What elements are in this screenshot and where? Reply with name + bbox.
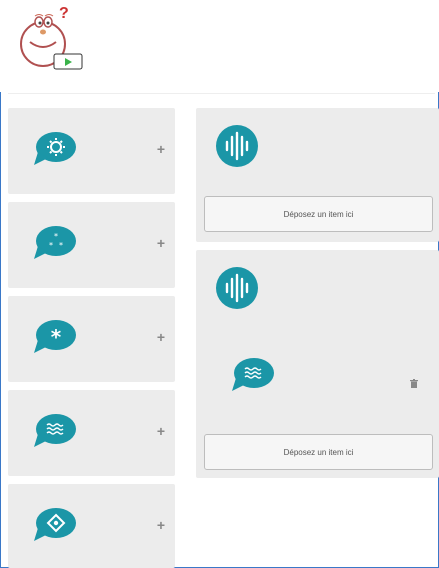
drop-target[interactable]: Déposez un item ici: [204, 196, 433, 232]
drop-target[interactable]: Déposez un item ici: [204, 434, 433, 470]
waves-bubble-icon[interactable]: [230, 356, 276, 394]
sound-wave-icon: [216, 125, 258, 167]
add-button[interactable]: +: [154, 142, 168, 156]
add-button[interactable]: +: [154, 236, 168, 250]
add-button[interactable]: +: [154, 330, 168, 344]
svg-text:?: ?: [59, 5, 69, 22]
header: ?: [0, 0, 439, 92]
add-button[interactable]: +: [154, 518, 168, 532]
trash-icon[interactable]: [410, 379, 418, 388]
dots-bubble-icon[interactable]: * * *: [32, 224, 78, 262]
palette-tile-gear[interactable]: +: [8, 108, 175, 194]
drop-zone-2[interactable]: Déposez un item ici: [196, 250, 439, 478]
thinking-face-logo: ?: [20, 5, 83, 70]
svg-text:*: *: [49, 241, 53, 250]
drop-zone-1[interactable]: Déposez un item ici: [196, 108, 439, 242]
palette-tile-asterisk[interactable]: * +: [8, 296, 175, 382]
header-divider: [8, 93, 435, 94]
svg-text:*: *: [59, 241, 63, 250]
diamond-bubble-icon[interactable]: [32, 506, 78, 544]
palette-tile-dots[interactable]: * * * +: [8, 202, 175, 288]
gear-bubble-icon[interactable]: [32, 130, 78, 168]
palette-tile-diamond[interactable]: +: [8, 484, 175, 568]
sound-wave-icon: [216, 267, 258, 309]
add-button[interactable]: +: [154, 424, 168, 438]
palette-tile-waves[interactable]: +: [8, 390, 175, 476]
waves-bubble-icon[interactable]: [32, 412, 78, 450]
svg-text:*: *: [54, 232, 58, 241]
asterisk-bubble-icon[interactable]: *: [32, 318, 78, 356]
svg-text:*: *: [51, 325, 62, 349]
